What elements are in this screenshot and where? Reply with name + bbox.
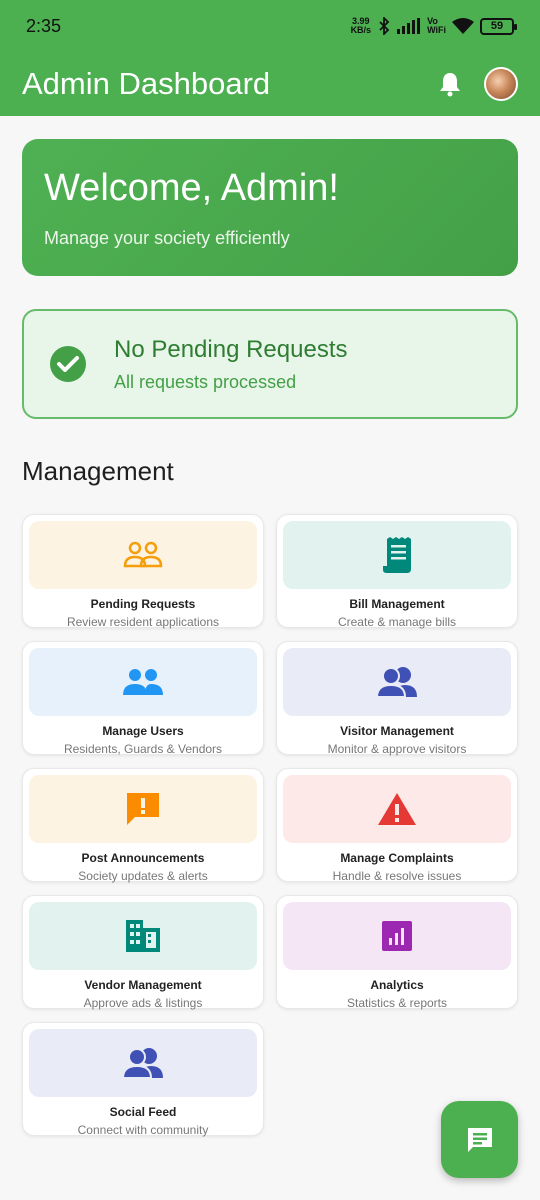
tile-title: Manage Users: [102, 724, 184, 738]
pending-subtitle: All requests processed: [114, 371, 297, 392]
management-grid: Pending Requests Review resident applica…: [22, 514, 518, 1137]
tile-bill-management[interactable]: Bill Management Create & manage bills: [276, 514, 518, 629]
status-time: 2:35: [26, 15, 62, 36]
tile-subtitle: Approve ads & listings: [83, 996, 203, 1010]
pending-title: No Pending Requests: [114, 335, 348, 363]
tile-icon-box: [29, 902, 257, 970]
tile-icon-box: [29, 521, 257, 589]
tile-icon-box: [283, 775, 511, 843]
tile-manage-complaints[interactable]: Manage Complaints Handle & resolve issue…: [276, 768, 518, 883]
wifi-icon: [452, 17, 474, 34]
people-outline-icon: [123, 541, 163, 568]
analytics-icon: [382, 921, 412, 951]
chat-icon: [467, 1127, 492, 1152]
welcome-card: Welcome, Admin! Manage your society effi…: [22, 139, 518, 276]
tile-title: Analytics: [370, 978, 424, 992]
tile-pending-requests[interactable]: Pending Requests Review resident applica…: [22, 514, 264, 629]
tile-subtitle: Review resident applications: [66, 615, 220, 629]
status-bar: 2:35 3.99 KB/s Vo WiFi 59: [0, 0, 540, 52]
section-title: Management: [22, 456, 174, 486]
tile-vendor-management[interactable]: Vendor Management Approve ads & listings: [22, 895, 264, 1010]
battery-indicator: 59: [480, 17, 517, 35]
tile-icon-box: [283, 902, 511, 970]
tile-title: Social Feed: [109, 1105, 177, 1119]
welcome-subtitle: Manage your society efficiently: [44, 228, 290, 248]
chat-fab-button[interactable]: [441, 1101, 518, 1178]
tile-subtitle: Residents, Guards & Vendors: [63, 742, 223, 756]
group-icon: [123, 1048, 163, 1079]
tile-icon-box: [29, 775, 257, 843]
tile-social-feed[interactable]: Social Feed Connect with community: [22, 1022, 264, 1137]
tile-title: Visitor Management: [340, 724, 454, 738]
app-bar: Admin Dashboard: [0, 52, 540, 116]
tile-icon-box: [283, 648, 511, 716]
tile-title: Vendor Management: [84, 978, 202, 992]
tile-visitor-management[interactable]: Visitor Management Monitor & approve vis…: [276, 641, 518, 756]
tile-manage-users[interactable]: Manage Users Residents, Guards & Vendors: [22, 641, 264, 756]
avatar[interactable]: [484, 67, 518, 101]
tile-subtitle: Society updates & alerts: [78, 869, 208, 883]
tile-title: Bill Management: [349, 597, 445, 611]
notifications-icon[interactable]: [436, 70, 464, 98]
tile-subtitle: Handle & resolve issues: [332, 869, 462, 883]
pending-text: No Pending Requests All requests process…: [114, 336, 347, 393]
app-title: Admin Dashboard: [22, 66, 271, 101]
status-icons: 3.99 KB/s Vo WiFi 59: [351, 16, 517, 35]
check-circle-icon: [50, 346, 86, 382]
tile-icon-box: [283, 521, 511, 589]
tile-post-announcements[interactable]: Post Announcements Society updates & ale…: [22, 768, 264, 883]
tile-analytics[interactable]: Analytics Statistics & reports: [276, 895, 518, 1010]
warning-icon: [378, 793, 416, 825]
network-speed-unit: KB/s: [350, 25, 372, 35]
tile-title: Pending Requests: [90, 597, 196, 611]
vowifi-label: Vo WiFi: [427, 16, 446, 35]
pending-status-card[interactable]: No Pending Requests All requests process…: [22, 309, 518, 419]
bluetooth-icon: [379, 17, 390, 35]
signal-icon: [397, 18, 421, 34]
announcement-icon: [127, 793, 159, 825]
welcome-title: Welcome, Admin!: [44, 167, 339, 209]
tile-icon-box: [29, 1029, 257, 1097]
people-icon: [123, 669, 163, 695]
network-speed: 3.99 KB/s: [351, 17, 372, 35]
tile-subtitle: Connect with community: [77, 1123, 209, 1137]
tile-icon-box: [29, 648, 257, 716]
tile-title: Manage Complaints: [340, 851, 454, 865]
receipt-icon: [383, 537, 411, 573]
tile-subtitle: Monitor & approve visitors: [327, 742, 467, 756]
tile-title: Post Announcements: [81, 851, 205, 865]
tile-subtitle: Statistics & reports: [346, 996, 448, 1010]
group-icon: [377, 667, 417, 698]
tile-subtitle: Create & manage bills: [337, 615, 457, 629]
business-icon: [126, 920, 160, 952]
